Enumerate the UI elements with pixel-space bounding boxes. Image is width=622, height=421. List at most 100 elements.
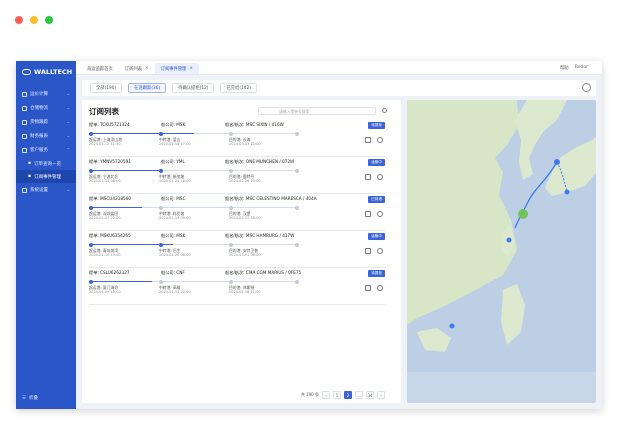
node-pol: [89, 131, 93, 136]
share-icon[interactable]: [377, 285, 383, 291]
sidebar-item-settings[interactable]: 系统设置 ⌄: [16, 183, 76, 197]
page-title: 订阅列表: [89, 107, 119, 116]
node-mid: [159, 168, 163, 173]
close-dot[interactable]: [15, 16, 23, 24]
pagination: 共 190 条 ‹ 1 2 ... 34 ›: [82, 391, 401, 399]
service-icon: [22, 147, 27, 153]
share-icon[interactable]: [377, 248, 383, 254]
list-item[interactable]: 提单: MSKU6354265 船公司: MSK 船名/航次: MSC HAMBUR…: [89, 232, 385, 268]
close-icon[interactable]: ×: [145, 66, 149, 71]
filter-bar: 全部(190) 在途跟踪(36) 待确认提柜(12) 已完结(142): [82, 80, 596, 96]
pagination-total: 共 190 条: [300, 392, 319, 397]
collapse-icon: ☰: [22, 395, 27, 401]
chevron-up-icon: ⌃: [66, 147, 70, 152]
tab-events[interactable]: 订阅事件管理 ×: [154, 63, 199, 74]
carrier: 船公司: YML: [161, 159, 185, 164]
collapse-sidebar[interactable]: ☰ 折叠: [22, 395, 38, 402]
pol-date: 2024-01-14 08:00: [89, 179, 121, 183]
chevron-down-icon: ⌄: [66, 133, 70, 138]
node-pod: [229, 205, 233, 210]
sidebar-item-finance[interactable]: 财务报表 ⌄: [16, 129, 76, 143]
gear-icon[interactable]: [582, 83, 591, 92]
transit-date: 2024-01-24 18:00: [159, 179, 191, 183]
document-icon[interactable]: [365, 137, 371, 143]
order-header: 提单: MSCU4318560 船公司: MSC 船名/航次: MSC CELEST…: [89, 195, 385, 203]
port-marker[interactable]: [449, 323, 455, 329]
document-icon[interactable]: [365, 285, 371, 291]
sidebar-item-warehouse[interactable]: 仓储物流 ⌄: [16, 101, 76, 115]
prev-page-button[interactable]: ‹: [322, 391, 330, 399]
document-icon[interactable]: [365, 211, 371, 217]
status-badge[interactable]: 已到港: [368, 196, 385, 203]
page-34[interactable]: 34: [366, 391, 374, 399]
status-badge[interactable]: 运输中: [368, 233, 385, 240]
tracking-icon: [22, 119, 27, 125]
progress-track: [89, 242, 299, 247]
vessel-marker[interactable]: [518, 209, 528, 219]
bl-number: 提单: MSKU6354265: [89, 233, 131, 238]
order-header: 提单: MSKU6354265 船公司: MSK 船名/航次: MSC HAMBUR…: [89, 232, 385, 240]
filter-in-transit[interactable]: 在途跟踪(36): [128, 83, 167, 93]
filter-pending-pickup[interactable]: 待确认提柜(12): [172, 83, 215, 93]
carrier: 船公司: MSK: [161, 122, 186, 127]
logo: WALLTECH: [16, 61, 76, 83]
node-end: [295, 131, 299, 136]
close-icon[interactable]: ×: [189, 66, 193, 71]
sidebar-sub-subscriptions[interactable]: ▪ 订阅事件管理: [16, 170, 76, 183]
logo-icon: [22, 69, 31, 75]
vessel-voyage: 船名/航次: MSC SIXIN / 416W: [225, 122, 284, 127]
sidebar-item-tracking[interactable]: 货物跟踪 ⌄: [16, 115, 76, 129]
tab-home[interactable]: 海运追踪首页: [81, 63, 119, 74]
page-2[interactable]: 2: [344, 391, 352, 399]
filter-completed[interactable]: 已完结(142): [220, 83, 257, 93]
pod-date: 2024-02-18 11:00: [229, 290, 261, 294]
tab-subscriptions[interactable]: 订阅列表 ×: [119, 63, 155, 74]
user-name[interactable]: Bodor: [575, 65, 588, 71]
node-end: [295, 279, 299, 284]
port-marker[interactable]: [506, 237, 512, 243]
sidebar-item-rates[interactable]: 运价计算 ⌄: [16, 87, 76, 101]
order-header: 提单: YMNV5720591 船公司: YML 船名/航次: ONE MUNCHE…: [89, 158, 385, 166]
list-item[interactable]: 提单: TCKU5721324 船公司: MSK 船名/航次: MSC SIXIN …: [89, 121, 385, 157]
help-link[interactable]: 帮助: [560, 65, 569, 71]
list-item[interactable]: 提单: CSLU6262327 船公司: CNF 船名/航次: CMA CGM MA…: [89, 269, 385, 305]
sidebar-item-service[interactable]: 客户服务 ⌃: [16, 143, 76, 157]
share-icon[interactable]: [377, 174, 383, 180]
node-end: [295, 168, 299, 173]
status-badge[interactable]: 待提柜: [368, 122, 385, 129]
search-input[interactable]: 请输入提单号搜索: [258, 107, 376, 115]
carrier: 船公司: CNF: [161, 270, 185, 275]
next-page-button[interactable]: ›: [377, 391, 385, 399]
document-icon[interactable]: [365, 174, 371, 180]
document-icon[interactable]: [365, 248, 371, 254]
progress-track: [89, 168, 299, 173]
share-icon[interactable]: [377, 211, 383, 217]
route-map[interactable]: [407, 100, 596, 403]
progress-fill: [89, 170, 163, 171]
progress-fill: [89, 207, 142, 208]
finance-icon: [22, 133, 27, 139]
page-tabbar: 海运追踪首页 订阅列表 × 订阅事件管理 × 帮助 Bodor: [76, 61, 602, 75]
port-marker[interactable]: [564, 189, 570, 195]
list-item[interactable]: 提单: MSCU4318560 船公司: MSC 船名/航次: MSC CELEST…: [89, 195, 385, 231]
subscription-panel: 订阅列表 请输入提单号搜索 提单: TCKU5721324 船公司: MSK 船名/…: [82, 100, 401, 403]
chevron-down-icon: ⌄: [66, 105, 70, 110]
filter-all[interactable]: 全部(190): [90, 83, 123, 93]
status-badge[interactable]: 运输中: [368, 159, 385, 166]
list-item[interactable]: 提单: YMNV5720591 船公司: YML 船名/航次: ONE MUNCHE…: [89, 158, 385, 194]
share-icon[interactable]: [377, 137, 383, 143]
transit-date: 2024-01-13 20:00: [159, 290, 191, 294]
search-icon[interactable]: [382, 108, 387, 113]
vessel-voyage: 船名/航次: MSC HAMBURG / 417W: [225, 233, 295, 238]
node-pod: [229, 279, 233, 284]
app-window: WALLTECH 运价计算 ⌄ 仓储物流 ⌄ 货物跟踪 ⌄ 财务报表 ⌄ 客户服务 ⌃ ▪…: [16, 61, 602, 409]
pol-date: 2024-01-07 22:00: [89, 216, 121, 220]
sidebar-sub-orders[interactable]: ▪ 订单查询一览: [16, 157, 76, 170]
status-badge[interactable]: 待提柜: [368, 270, 385, 277]
port-marker[interactable]: [554, 159, 560, 165]
page-1[interactable]: 1: [333, 391, 341, 399]
list-icon: ▪: [28, 174, 32, 179]
zoom-dot[interactable]: [45, 16, 53, 24]
vessel-voyage: 船名/航次: CMA CGM MARIUS / 0FE75: [225, 270, 302, 275]
minimize-dot[interactable]: [30, 16, 38, 24]
